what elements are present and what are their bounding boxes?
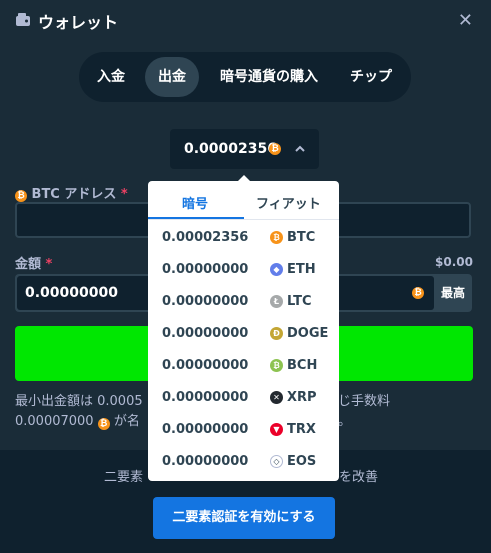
currency-balance: 0.00002356	[162, 230, 249, 245]
currency-symbol: ETH	[287, 262, 316, 277]
currency-balance: 0.00000000	[162, 358, 249, 373]
wallet-tabs: 入金 出金 暗号通貨の購入 チップ	[79, 52, 411, 102]
eth-icon: ◆	[270, 263, 283, 276]
usd-value: $0.00	[435, 255, 473, 269]
minimum-note-text: 最小出金額は 0.0005	[15, 394, 143, 409]
minimum-note-line1-right: じ手数料	[338, 394, 391, 409]
currency-symbol: XRP	[287, 390, 317, 405]
trx-icon: ▼	[270, 423, 283, 436]
address-label-text: BTC アドレス	[31, 187, 117, 202]
currency-row-eth[interactable]: 0.00000000 ◆ ETH	[148, 253, 339, 285]
tab-fiat[interactable]: フィアット	[256, 193, 321, 212]
tab-withdraw[interactable]: 出金	[145, 57, 199, 97]
currency-symbol: BTC	[287, 230, 316, 245]
currency-symbol: TRX	[287, 422, 316, 437]
currency-row-trx[interactable]: 0.00000000 ▼ TRX	[148, 413, 339, 445]
fee-text: が名	[113, 414, 140, 429]
tab-underline	[148, 217, 244, 219]
amount-label: 金額 *	[15, 253, 52, 272]
currency-row-doge[interactable]: 0.00000000 Ð DOGE	[148, 317, 339, 349]
wallet-title: ウォレット	[38, 13, 119, 32]
currency-dropdown: 暗号 フィアット 0.00002356 ₿ BTC 0.00000000 ◆ E…	[148, 175, 339, 481]
currency-row-eos[interactable]: 0.00000000 ◇ EOS	[148, 445, 339, 477]
btc-icon: ₿	[15, 190, 27, 202]
minimum-note-line2: 0.00007000 ₿ が名	[15, 412, 140, 432]
chevron-up-icon	[294, 138, 306, 162]
close-icon[interactable]: ✕	[458, 10, 473, 31]
currency-balance: 0.00000000	[162, 454, 249, 469]
required-mark: *	[120, 187, 128, 202]
currency-row-ltc[interactable]: 0.00000000 Ł LTC	[148, 285, 339, 317]
two-factor-text-right: を改善	[339, 470, 379, 485]
enable-2fa-button[interactable]: 二要素認証を有効にする	[153, 497, 335, 539]
currency-symbol: LTC	[287, 294, 312, 309]
xrp-icon: ✕	[270, 391, 283, 404]
currency-row-btc[interactable]: 0.00002356 ₿ BTC	[148, 221, 339, 253]
required-mark: *	[45, 257, 53, 272]
amount-label-text: 金額	[15, 257, 42, 272]
bch-icon: ₿	[270, 359, 283, 372]
currency-symbol: BCH	[287, 358, 318, 373]
currency-balance: 0.00000000	[162, 422, 249, 437]
max-button[interactable]: 最高	[434, 274, 472, 312]
currency-symbol: DOGE	[287, 326, 329, 341]
address-label: ₿ BTC アドレス *	[15, 183, 128, 202]
two-factor-text-left: 二要素	[104, 470, 144, 485]
eos-icon: ◇	[270, 455, 283, 468]
btc-icon: ₿	[412, 287, 424, 299]
wallet-icon	[16, 13, 30, 26]
currency-row-xrp[interactable]: 0.00000000 ✕ XRP	[148, 381, 339, 413]
selected-balance: 0.00002356	[184, 141, 277, 157]
dropdown-tabs: 暗号 フィアット	[148, 181, 339, 220]
wallet-header: ウォレット ✕	[0, 0, 491, 42]
fee-value: 0.00007000	[15, 414, 94, 429]
currency-selector[interactable]: 0.00002356 ₿	[170, 129, 319, 169]
tab-crypto[interactable]: 暗号	[182, 193, 208, 212]
currency-balance: 0.00000000	[162, 294, 249, 309]
minimum-note-line1: 最小出金額は 0.0005	[15, 392, 143, 412]
currency-symbol: EOS	[287, 454, 317, 469]
currency-balance: 0.00000000	[162, 390, 249, 405]
tab-tip[interactable]: チップ	[339, 57, 403, 97]
btc-icon: ₿	[270, 231, 283, 244]
doge-icon: Ð	[270, 327, 283, 340]
minimum-note-line2-right: 。	[338, 414, 352, 429]
btc-icon: ₿	[97, 418, 110, 430]
tab-deposit[interactable]: 入金	[87, 57, 135, 97]
currency-balance: 0.00000000	[162, 262, 249, 277]
currency-row-bch[interactable]: 0.00000000 ₿ BCH	[148, 349, 339, 381]
btc-icon: ₿	[269, 143, 281, 155]
tab-buy-crypto[interactable]: 暗号通貨の購入	[207, 57, 331, 97]
ltc-icon: Ł	[270, 295, 283, 308]
amount-value: 0.00000000	[25, 285, 118, 301]
currency-balance: 0.00000000	[162, 326, 249, 341]
